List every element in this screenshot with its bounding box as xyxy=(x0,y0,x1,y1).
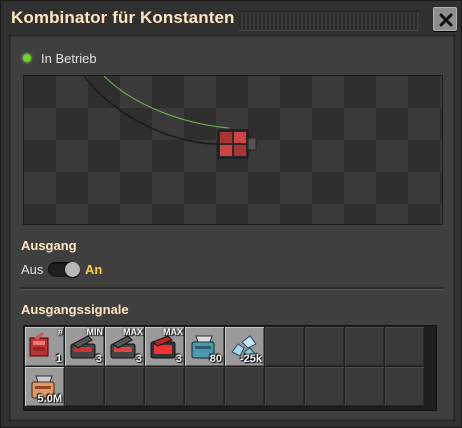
signal-count: 3 xyxy=(135,353,142,365)
signal-slot-empty[interactable] xyxy=(265,327,304,366)
signal-slot-empty[interactable] xyxy=(265,367,304,406)
signal-count: 80 xyxy=(209,353,222,365)
switch-knob xyxy=(65,262,80,277)
signal-slot-empty[interactable] xyxy=(305,367,344,406)
signal-slot-empty[interactable] xyxy=(345,327,384,366)
signal-slot[interactable]: 5.0M xyxy=(25,367,64,406)
signal-slot-empty[interactable] xyxy=(225,367,264,406)
signals-section-label: Ausgangssignale xyxy=(21,302,129,317)
signal-tag: MAX xyxy=(163,327,183,337)
signal-slot-empty[interactable] xyxy=(305,327,344,366)
signal-slot-empty[interactable] xyxy=(65,367,104,406)
close-button[interactable] xyxy=(433,7,457,31)
signal-count: 3 xyxy=(175,353,182,365)
signal-slot-empty[interactable] xyxy=(185,367,224,406)
signal-slot[interactable]: -25k xyxy=(225,327,264,366)
output-section-label: Ausgang xyxy=(21,238,77,253)
entity-preview[interactable] xyxy=(23,75,443,225)
drag-handle[interactable] xyxy=(239,11,419,31)
preview-map xyxy=(24,76,442,224)
toggle-on-label: An xyxy=(85,262,103,277)
output-switch[interactable] xyxy=(48,262,80,277)
signal-slot-empty[interactable] xyxy=(345,367,384,406)
toggle-off-label: Aus xyxy=(21,262,44,277)
signal-count: 1 xyxy=(55,353,62,365)
signal-slot[interactable]: 80 xyxy=(185,327,224,366)
signal-slot[interactable]: MIN 3 xyxy=(65,327,104,366)
signal-count: 5.0M xyxy=(37,393,62,405)
signal-tag: MIN xyxy=(86,327,104,337)
signal-count: 3 xyxy=(95,353,102,365)
signal-slot[interactable]: MAX 3 xyxy=(105,327,144,366)
status-text: In Betrieb xyxy=(41,51,97,66)
signal-slot[interactable]: #1 xyxy=(25,327,64,366)
window-title: Kombinator für Konstanten xyxy=(11,8,235,27)
close-icon xyxy=(439,13,453,27)
signal-slot[interactable]: MAX 3 xyxy=(145,327,184,366)
signal-slot-empty[interactable] xyxy=(145,367,184,406)
section-divider xyxy=(21,287,443,290)
signal-slot-empty[interactable] xyxy=(105,367,144,406)
title-bar[interactable]: Kombinator für Konstanten xyxy=(9,5,457,33)
status-dot-icon xyxy=(23,54,31,62)
constant-combinator-window: Kombinator für Konstanten In Betrieb Aus… xyxy=(0,0,462,428)
signal-slot-empty[interactable] xyxy=(385,367,424,406)
signal-tag: MAX xyxy=(123,327,143,337)
signal-slot-empty[interactable] xyxy=(385,327,424,366)
signal-grid: #1 MIN 3 MAX 3 MAX 3 80 -25k 5.0M xyxy=(23,325,437,411)
content-panel: In Betrieb Ausgang Aus An Ausgangssignal… xyxy=(9,35,455,421)
signal-tag: # xyxy=(57,327,63,337)
signal-count: -25k xyxy=(239,353,262,365)
